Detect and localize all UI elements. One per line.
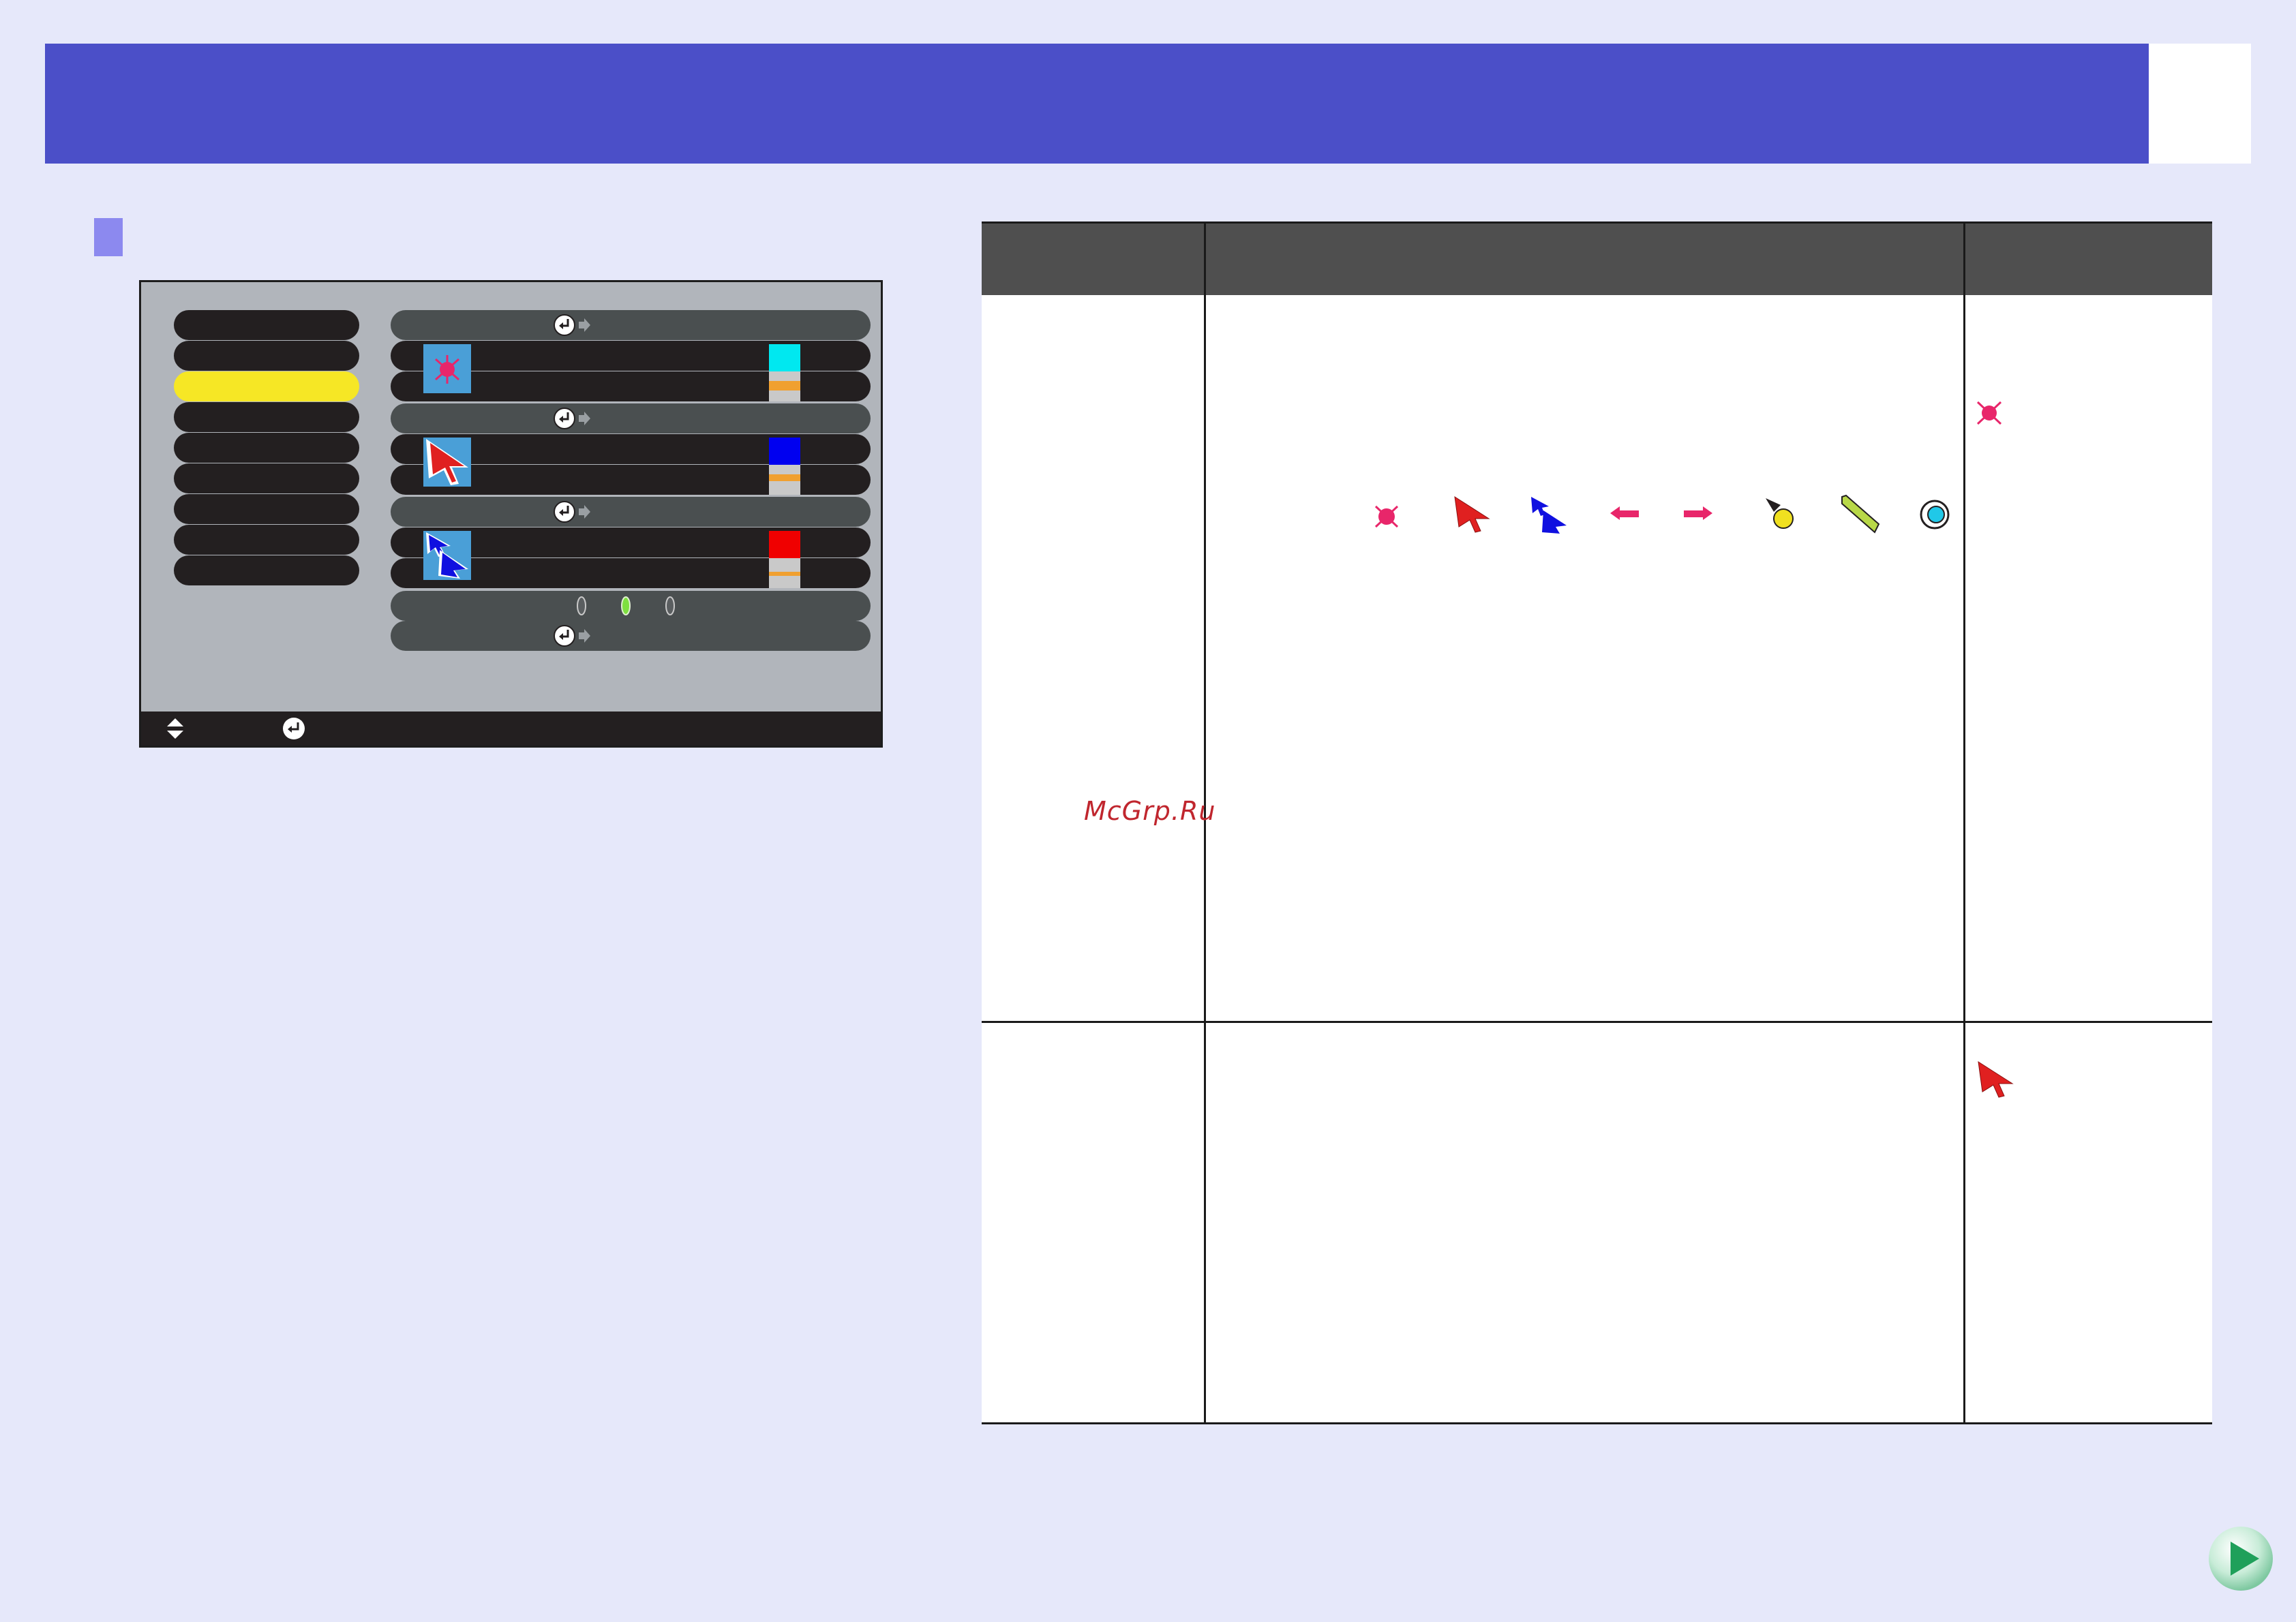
page-header-corner (2149, 44, 2251, 164)
pencil-pointer-icon (1841, 494, 1880, 534)
star-pointer-icon (435, 355, 459, 384)
right-arrow-pointer-icon (1684, 506, 1712, 520)
ball-pointer-icon (1766, 498, 1794, 529)
menu-left-item[interactable] (174, 341, 359, 371)
default-star-pointer-icon (1976, 401, 2002, 425)
red-arrow-pointer-icon (1454, 495, 1490, 533)
spiral-pointer-icon (1920, 500, 1950, 530)
pointer-2-color-swatch (769, 438, 800, 465)
pointer-2-swatch-orange (769, 474, 800, 481)
section-marker (94, 218, 123, 256)
enter-icon (554, 501, 590, 523)
pointer-1-swatch-grey (769, 391, 800, 401)
blue-double-arrow-pointer-icon (426, 532, 468, 579)
row-divider (982, 1021, 2212, 1023)
execute-row[interactable] (391, 621, 871, 651)
blue-double-arrow-pointer-icon (1531, 497, 1567, 534)
menu-left-item-selected[interactable] (174, 371, 359, 401)
table-header (982, 221, 2212, 295)
column-divider (1963, 221, 1965, 1424)
pointer-3-thumbnail (423, 531, 471, 580)
pointer-1-select-row[interactable] (391, 310, 871, 340)
radio-option-selected-icon[interactable] (621, 596, 631, 615)
pointer-2-thumbnail (423, 438, 471, 487)
star-pointer-icon (1374, 505, 1399, 528)
pointer-2-swatch-grey (769, 465, 800, 474)
default-red-arrow-pointer-icon (1978, 1060, 2014, 1098)
pointer-1-color-swatch (769, 344, 800, 371)
radio-option-icon[interactable] (577, 596, 586, 615)
red-arrow-pointer-icon (426, 439, 468, 485)
enter-icon (554, 408, 590, 429)
pointer-3-select-row[interactable] (391, 497, 871, 527)
pointer-1-swatch-grey (769, 371, 800, 381)
up-down-arrows-icon (167, 718, 183, 739)
page-header-bar (45, 44, 2149, 164)
pointer-3-swatch-grey (769, 558, 800, 572)
menu-left-item[interactable] (174, 433, 359, 463)
left-arrow-pointer-icon (1610, 506, 1639, 520)
row-divider (982, 1422, 2212, 1424)
enter-icon (283, 718, 305, 739)
menu-left-item[interactable] (174, 555, 359, 585)
menu-help-bar (141, 711, 881, 746)
pointer-2-swatch-grey (769, 481, 800, 495)
pointer-shape-icon-row (1370, 494, 1984, 542)
pointer-3-color-swatch (769, 531, 800, 558)
pointer-2-select-row[interactable] (391, 403, 871, 433)
osd-menu-screen (139, 280, 883, 748)
menu-left-item[interactable] (174, 463, 359, 493)
next-page-button[interactable] (2207, 1525, 2274, 1592)
radio-options (577, 596, 675, 615)
table-body (982, 295, 2212, 1424)
watermark: McGrp.Ru (1084, 796, 1216, 826)
menu-left-item[interactable] (174, 525, 359, 555)
pointer-1-swatch-orange (769, 381, 800, 391)
menu-left-item[interactable] (174, 402, 359, 432)
menu-left-item[interactable] (174, 310, 359, 340)
pointer-1-thumbnail (423, 344, 471, 393)
enter-icon (554, 314, 590, 336)
radio-option-row (391, 591, 871, 621)
radio-option-icon[interactable] (665, 596, 675, 615)
menu-left-item[interactable] (174, 494, 359, 524)
pointer-3-swatch-grey (769, 576, 800, 588)
enter-icon (554, 625, 590, 647)
